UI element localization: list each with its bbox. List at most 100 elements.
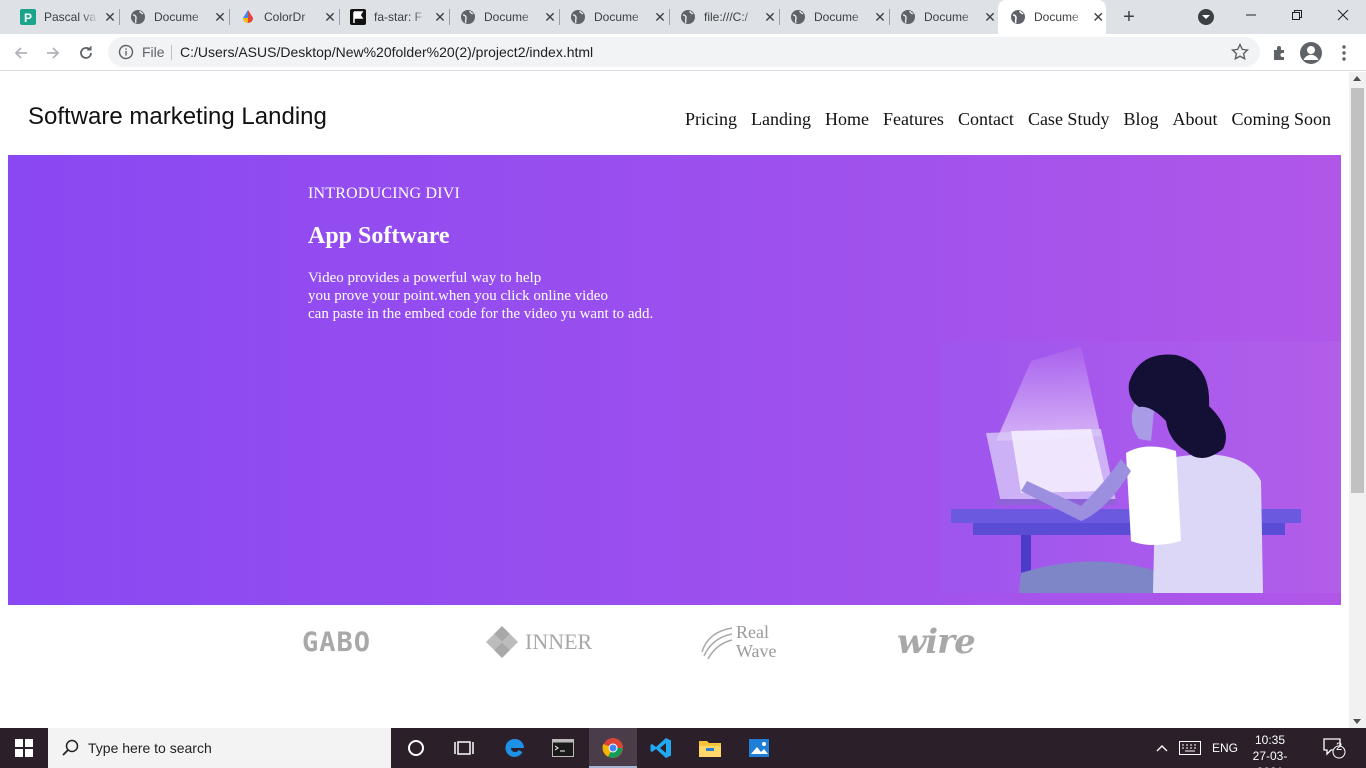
clock-time: 10:35 [1254, 733, 1286, 747]
close-icon[interactable]: ✕ [762, 9, 778, 25]
nav-link-blog[interactable]: Blog [1123, 109, 1158, 130]
notification-center-icon[interactable]: 2 [1322, 728, 1346, 768]
nav-link-home[interactable]: Home [825, 109, 869, 130]
browser-tab[interactable]: Docume ✕ [120, 0, 230, 34]
browser-tab[interactable]: Docume ✕ [780, 0, 890, 34]
system-clock[interactable]: 10:35 27-03-2021 [1244, 732, 1296, 768]
photos-icon[interactable] [735, 728, 783, 768]
close-icon[interactable]: ✕ [1090, 9, 1106, 25]
page-scrollbar[interactable] [1349, 72, 1366, 728]
vscode-icon[interactable] [637, 728, 685, 768]
show-hidden-icons-chevron-icon[interactable] [1156, 728, 1168, 768]
terminal-icon[interactable] [539, 728, 587, 768]
flag-icon [350, 9, 366, 25]
hero-description: Video provides a powerful way to help yo… [308, 269, 653, 323]
nav-link-case-study[interactable]: Case Study [1028, 109, 1110, 130]
close-icon[interactable]: ✕ [982, 9, 998, 25]
site-title: Software marketing Landing [28, 103, 327, 130]
browser-tab[interactable]: P Pascal va ✕ [12, 0, 120, 34]
scroll-up-arrow-icon[interactable] [1353, 76, 1361, 81]
extensions-puzzle-icon[interactable] [1268, 41, 1292, 65]
search-placeholder: Type here to search [88, 740, 212, 756]
browser-tab-strip: P Pascal va ✕ Docume ✕ ColorDr ✕ fa-star… [0, 0, 1366, 34]
scrollbar-thumb[interactable] [1351, 88, 1364, 493]
hero-section: INTRODUCING DIVI App Software Video prov… [8, 155, 1341, 605]
scheme-label: File [142, 44, 165, 60]
tab-title: file:///C:/ [704, 10, 749, 24]
close-icon[interactable]: ✕ [542, 9, 558, 25]
browser-tab[interactable]: fa-star: F ✕ [340, 0, 450, 34]
pascal-p-icon: P [20, 9, 36, 25]
chrome-icon[interactable] [589, 728, 637, 768]
close-icon[interactable]: ✕ [102, 9, 118, 25]
minimize-button[interactable] [1228, 0, 1274, 30]
file-explorer-icon[interactable] [686, 728, 734, 768]
browser-tab[interactable]: ColorDr ✕ [230, 0, 340, 34]
nav-link-contact[interactable]: Contact [958, 109, 1014, 130]
globe-icon [570, 9, 586, 25]
inner-logo: INNER [485, 612, 605, 672]
forward-arrow-icon[interactable] [40, 40, 66, 66]
nav-link-pricing[interactable]: Pricing [685, 109, 737, 130]
profile-avatar-icon[interactable] [1299, 41, 1323, 65]
info-icon[interactable] [118, 44, 134, 60]
nav-link-features[interactable]: Features [883, 109, 944, 130]
browser-tab[interactable]: file:///C:/ ✕ [670, 0, 780, 34]
close-icon[interactable]: ✕ [652, 9, 668, 25]
tab-search-icon[interactable] [1198, 9, 1214, 25]
inner-logo-text: INNER [525, 629, 593, 654]
reload-icon[interactable] [73, 40, 99, 66]
globe-icon [1010, 9, 1026, 25]
realwave-logo-line: Wave [736, 641, 777, 661]
clock-date: 27-03-2021 [1252, 749, 1288, 768]
kebab-menu-icon[interactable] [1332, 41, 1356, 65]
hero-line: Video provides a powerful way to help [308, 270, 542, 286]
tab-title: Docume [814, 10, 859, 24]
nav-link-landing[interactable]: Landing [751, 109, 811, 130]
scroll-down-arrow-icon[interactable] [1353, 719, 1361, 724]
wire-logo: wire [897, 612, 997, 672]
back-arrow-icon[interactable] [8, 40, 34, 66]
nav-link-coming-soon[interactable]: Coming Soon [1231, 109, 1331, 130]
windows-start-icon[interactable] [0, 728, 48, 768]
globe-icon [130, 9, 146, 25]
notification-count: 2 [1336, 741, 1343, 753]
task-view-icon[interactable] [440, 728, 488, 768]
new-tab-button[interactable]: + [1118, 6, 1140, 28]
tab-title: fa-star: F [374, 10, 423, 24]
hero-line: you prove your point.when you click onli… [308, 288, 608, 304]
gabo-logo-text: GABO [302, 626, 372, 658]
taskbar-search-box[interactable]: Type here to search [48, 728, 391, 768]
close-icon[interactable]: ✕ [322, 9, 338, 25]
tab-title: Docume [594, 10, 639, 24]
browser-tab[interactable]: Docume ✕ [890, 0, 998, 34]
browser-tab[interactable]: Docume ✕ [560, 0, 670, 34]
divider [171, 45, 172, 60]
realwave-logo-text: Real Wave [736, 623, 777, 661]
restore-button[interactable] [1274, 0, 1320, 30]
language-indicator[interactable]: ENG [1212, 728, 1238, 768]
browser-tab[interactable]: Docume ✕ [450, 0, 560, 34]
address-bar[interactable]: File C:/Users/ASUS/Desktop/New%20folder%… [108, 37, 1260, 67]
close-window-button[interactable] [1320, 0, 1366, 30]
browser-toolbar: File C:/Users/ASUS/Desktop/New%20folder%… [0, 34, 1366, 71]
keyboard-icon[interactable] [1179, 728, 1201, 768]
edge-browser-icon[interactable] [491, 728, 539, 768]
tab-title: Pascal va [44, 10, 97, 24]
close-icon[interactable]: ✕ [212, 9, 228, 25]
nav-link-about[interactable]: About [1172, 109, 1217, 130]
svg-text:P: P [24, 11, 32, 25]
hero-line: can paste in the embed code for the vide… [308, 306, 654, 322]
globe-icon [790, 9, 806, 25]
client-logos: GABO INNER Real Wave wire [0, 612, 1349, 672]
gabo-logo: GABO [302, 612, 382, 672]
close-icon[interactable]: ✕ [432, 9, 448, 25]
tab-title: Docume [924, 10, 969, 24]
cortana-icon[interactable] [392, 728, 440, 768]
bookmark-star-icon[interactable] [1230, 42, 1250, 62]
browser-tab-active[interactable]: Docume ✕ [998, 0, 1106, 34]
close-icon[interactable]: ✕ [872, 9, 888, 25]
hero-title: App Software [308, 223, 450, 249]
globe-icon [680, 9, 696, 25]
url-text[interactable]: C:/Users/ASUS/Desktop/New%20folder%20(2)… [180, 44, 593, 60]
